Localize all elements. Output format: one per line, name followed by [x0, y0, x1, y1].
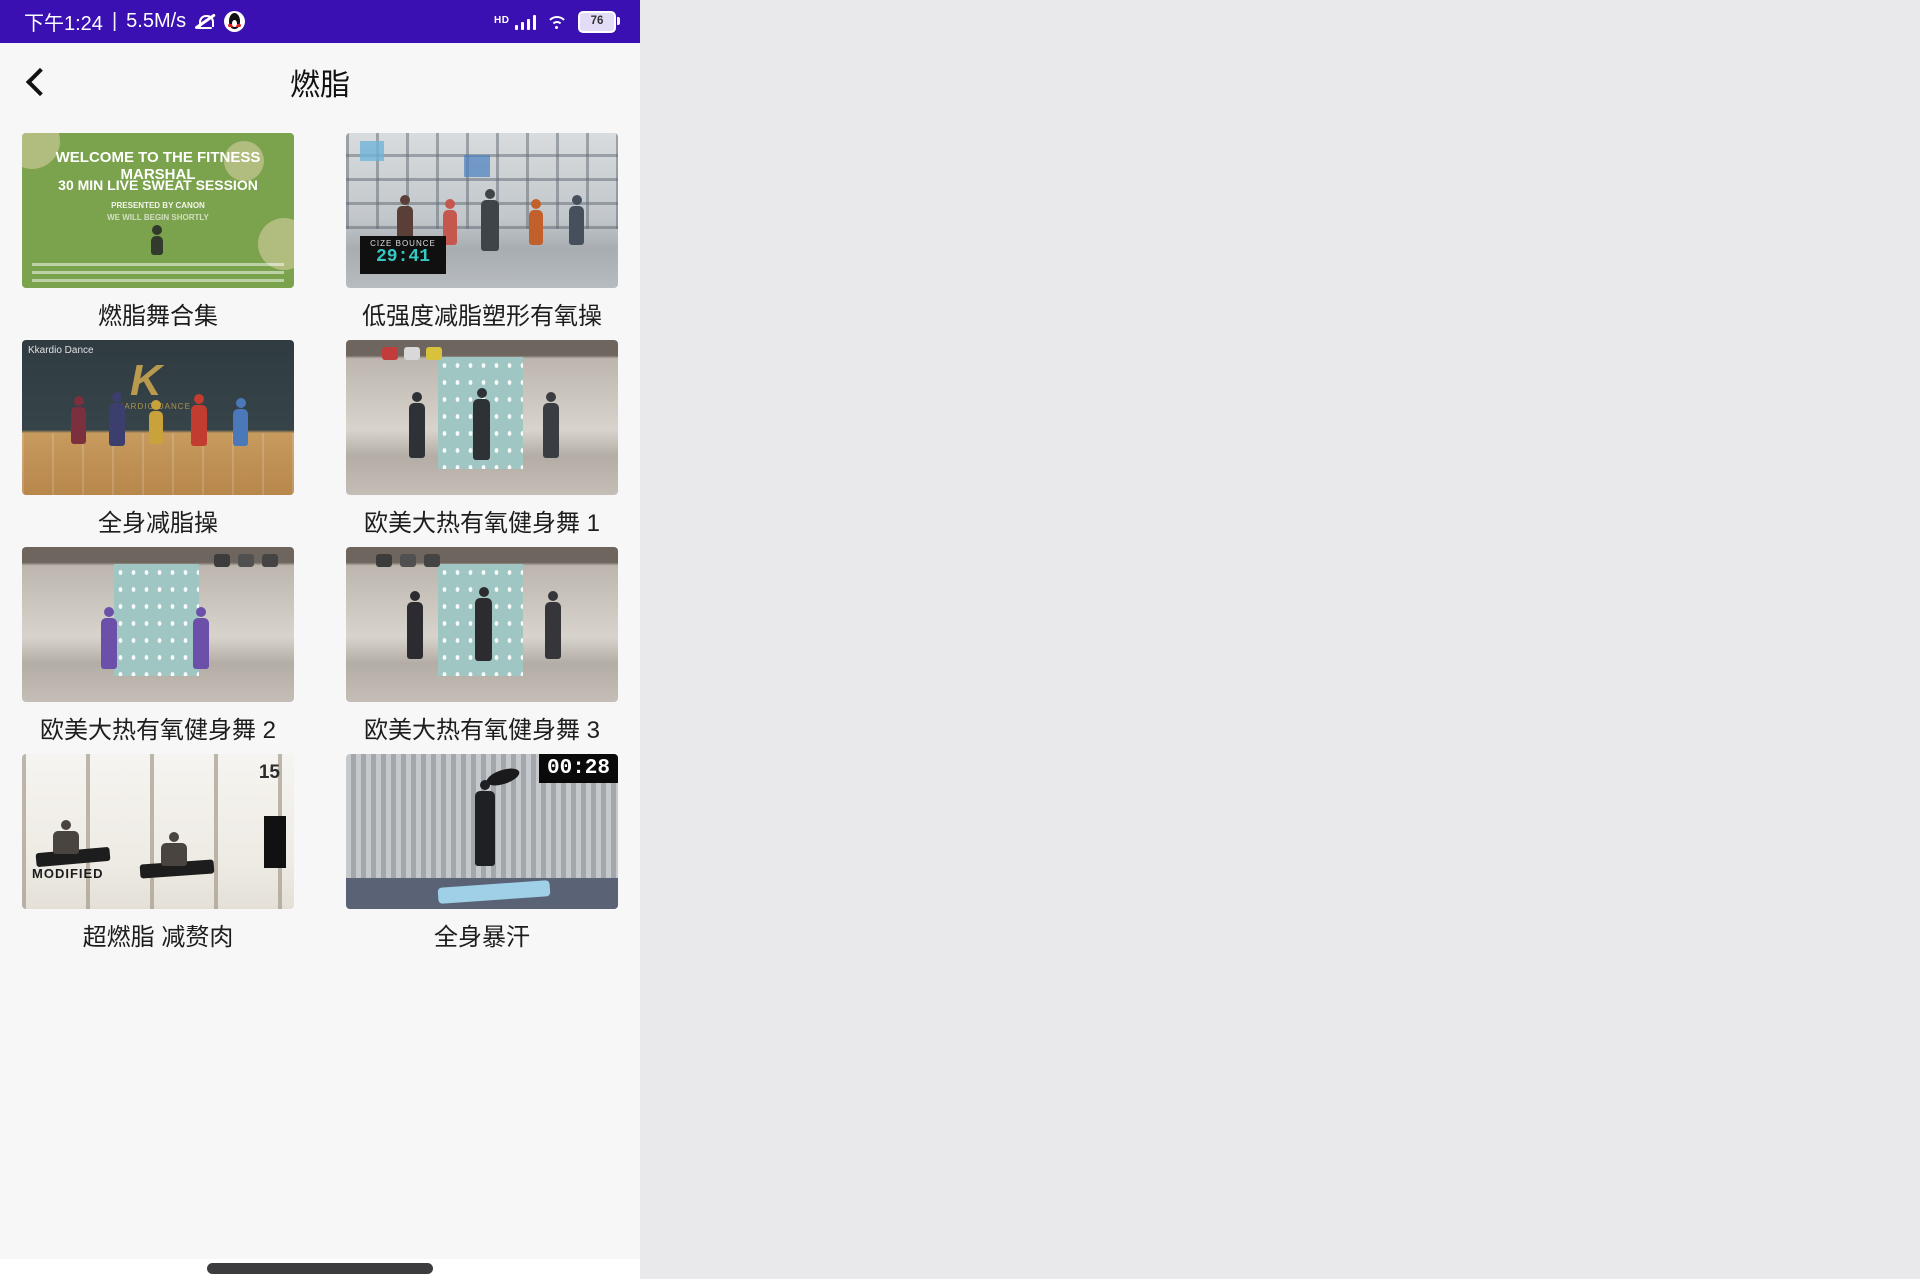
signal-icon [515, 14, 537, 30]
video-caption: 燃脂舞合集 [22, 296, 294, 331]
hd-icon: HD [494, 15, 509, 26]
thumbnail-image [22, 547, 294, 702]
video-caption: 全身暴汗 [346, 917, 618, 952]
video-caption: 低强度减脂塑形有氧操 [346, 296, 618, 331]
video-card[interactable]: 00:28 全身暴汗 [346, 754, 618, 952]
thumbnail-image: CIZE BOUNCE 29:41 [346, 133, 618, 288]
thumbnail-image [346, 547, 618, 702]
battery-icon: 76 [578, 11, 616, 33]
status-separator: | [112, 10, 117, 33]
status-time: 下午1:24 [24, 7, 103, 36]
video-caption: 全身减脂操 [22, 503, 294, 538]
status-bar: 下午1:24 | 5.5M/s HD 76 [0, 0, 640, 43]
video-card[interactable]: 欧美大热有氧健身舞 1 [346, 340, 618, 538]
page-title: 燃脂 [0, 43, 640, 121]
video-caption: 欧美大热有氧健身舞 3 [346, 710, 618, 745]
video-caption: 超燃脂 减赘肉 [22, 917, 294, 952]
wifi-icon [545, 13, 569, 31]
video-card[interactable]: 欧美大热有氧健身舞 3 [346, 547, 618, 745]
mute-icon [195, 12, 215, 32]
thumbnail-image: K KARDIO DANCE Kkardio Dance [22, 340, 294, 495]
thumbnail-image: WELCOME TO THE FITNESS MARSHAL 30 MIN LI… [22, 133, 294, 288]
video-caption: 欧美大热有氧健身舞 1 [346, 503, 618, 538]
thumbnail-image: 00:28 [346, 754, 618, 909]
modified-label: MODIFIED [32, 866, 104, 881]
thumbnail-image: 15 MODIFIED [22, 754, 294, 909]
video-caption: 欧美大热有氧健身舞 2 [22, 710, 294, 745]
thumbnail-image [346, 340, 618, 495]
video-card[interactable]: WELCOME TO THE FITNESS MARSHAL 30 MIN LI… [22, 133, 294, 331]
video-timer-badge: CIZE BOUNCE 29:41 [360, 236, 446, 274]
qq-icon [224, 11, 245, 32]
video-watermark: Kkardio Dance [28, 345, 94, 356]
video-card[interactable]: CIZE BOUNCE 29:41 低强度减脂塑形有氧操 [346, 133, 618, 331]
video-card[interactable]: 15 MODIFIED 超燃脂 减赘肉 [22, 754, 294, 952]
screen-fatburn-category: 下午1:24 | 5.5M/s HD 76 燃脂 WELCOME TO THE … [0, 0, 640, 1279]
video-card[interactable]: K KARDIO DANCE Kkardio Dance 全身减脂操 [22, 340, 294, 538]
status-net-speed: 5.5M/s [126, 10, 186, 33]
video-card[interactable]: 欧美大热有氧健身舞 2 [22, 547, 294, 745]
rep-count-label: 15 [259, 762, 280, 784]
video-timer-badge: 00:28 [539, 754, 618, 783]
home-indicator[interactable] [207, 1263, 433, 1274]
